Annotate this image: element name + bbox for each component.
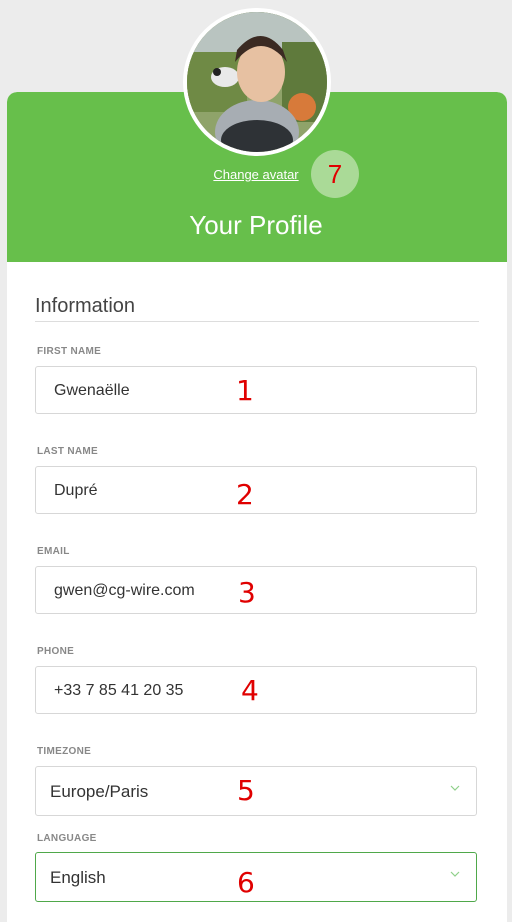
first-name-field[interactable]: Gwenaëlle (35, 366, 477, 414)
section-title: Information (35, 295, 136, 317)
last-name-value: Dupré (54, 482, 98, 499)
first-name-label: FIRST NAME (37, 346, 102, 357)
email-label: EMAIL (37, 546, 70, 557)
annotation-2: 2 (236, 478, 254, 511)
timezone-select[interactable]: Europe/Paris (35, 766, 477, 816)
last-name-label: LAST NAME (37, 446, 99, 457)
section-divider (35, 321, 479, 322)
last-name-field[interactable]: Dupré (35, 466, 477, 514)
change-avatar-row: Change avatar (0, 166, 512, 184)
annotation-5: 5 (237, 774, 255, 807)
language-value: English (50, 868, 106, 887)
annotation-3: 3 (238, 576, 256, 609)
annotation-6: 6 (237, 866, 255, 899)
chevron-down-icon (450, 785, 460, 791)
language-select[interactable]: English (35, 852, 477, 902)
phone-label: PHONE (37, 646, 75, 657)
page-title: Your Profile (189, 210, 323, 240)
avatar-photo (187, 12, 327, 152)
change-avatar-link[interactable]: Change avatar (213, 167, 298, 182)
timezone-value: Europe/Paris (50, 782, 149, 801)
language-label: LANGUAGE (37, 833, 97, 844)
avatar[interactable] (183, 8, 331, 156)
annotation-4: 4 (241, 674, 259, 707)
email-field[interactable]: gwen@cg-wire.com (35, 566, 477, 614)
phone-value: +33 7 85 41 20 35 (54, 682, 184, 699)
timezone-label: TIMEZONE (37, 746, 92, 757)
chevron-down-icon (450, 871, 460, 877)
first-name-value: Gwenaëlle (54, 382, 130, 399)
email-value: gwen@cg-wire.com (54, 582, 195, 599)
annotation-1: 1 (236, 374, 254, 407)
profile-page: Change avatar 7 Your Profile Information… (0, 0, 512, 922)
annotation-7: 7 (311, 150, 359, 198)
